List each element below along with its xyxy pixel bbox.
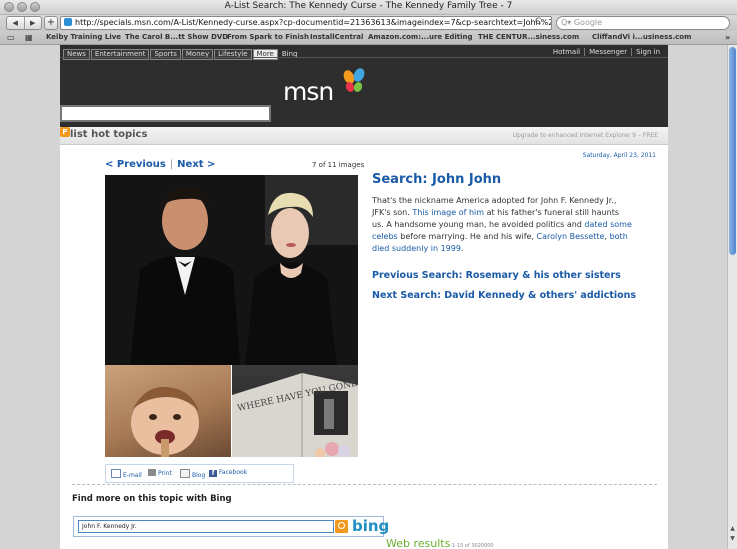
top-nav: News Entertainment Sports Money Lifestyle Mor… (63, 49, 298, 60)
scrollbar-thumb[interactable] (729, 47, 736, 255)
article-title: Search: John John (372, 172, 502, 187)
previous-search-link[interactable]: Previous Search: Rosemary & his other si… (372, 270, 621, 281)
bookmark-item[interactable]: The Carol B...tt Show DVD (125, 33, 228, 41)
next-link[interactable]: Next > (177, 159, 215, 170)
gallery-pager: < Previous | Next > (105, 159, 215, 170)
nav-lifestyle[interactable]: Lifestyle (214, 49, 252, 60)
baby-photo[interactable] (105, 365, 231, 457)
add-bookmark-button[interactable]: + (44, 16, 58, 30)
main-photo[interactable] (105, 175, 358, 365)
bing-heading: Find more on this topic with Bing (72, 494, 232, 504)
article-body: That's the nickname America adopted for … (372, 196, 632, 253)
window-title: A-List Search: The Kennedy Curse - The K… (224, 1, 513, 11)
previous-link[interactable]: < Previous (105, 159, 166, 170)
page-viewport: News Entertainment Sports Money Lifestyle Mor… (0, 45, 727, 549)
couple-photo-illustration (105, 175, 358, 365)
msn-header: News Entertainment Sports Money Lifestyle Mor… (60, 45, 668, 127)
carolyn-bessette-link[interactable]: Carolyn Bessette (537, 232, 605, 241)
account-links: Hotmail Messenger Sign in (549, 48, 664, 56)
nav-entertainment[interactable]: Entertainment (90, 49, 150, 60)
memorial-book-photo[interactable]: WHERE HAVE YOU GONE (232, 365, 358, 457)
hot-topics-bar: P list hot topics Upgrade to enhanced In… (60, 127, 668, 145)
address-bar[interactable]: http://specials.msn.com/A-List/Kennedy-c… (60, 16, 552, 30)
baby-illustration (131, 386, 199, 457)
next-search-link[interactable]: Next Search: David Kennedy & others' add… (372, 290, 636, 301)
sign-in-link[interactable]: Sign in (631, 48, 664, 56)
msn-logo-text: msn (283, 77, 334, 106)
scroll-down-icon[interactable]: ▼ (729, 535, 736, 542)
title-bar: A-List Search: The Kennedy Curse - The K… (0, 0, 737, 15)
print-share[interactable]: Print (148, 469, 172, 477)
vertical-scrollbar[interactable]: ▲ ▼ (727, 45, 737, 549)
msn-logo[interactable]: msn (283, 67, 373, 107)
msn-search-input[interactable] (60, 105, 271, 122)
section-divider (72, 484, 657, 485)
msn-page: News Entertainment Sports Money Lifestyle Mor… (60, 45, 668, 549)
search-placeholder: Q▾ Google (561, 18, 603, 27)
header-divider (60, 57, 668, 58)
blog-icon (180, 469, 190, 478)
email-share[interactable]: E-mail (111, 469, 142, 479)
bookmark-item[interactable]: InstallCentral (310, 33, 363, 41)
bing-search-button[interactable] (335, 520, 348, 533)
forward-button[interactable]: ▶ (25, 17, 42, 29)
nav-more[interactable]: More (252, 49, 278, 60)
image-count: 7 of 11 images (312, 161, 365, 169)
image-of-him-link[interactable]: This image of him (412, 208, 484, 217)
search-field[interactable]: Q▾ Google (556, 16, 730, 30)
bing-search-box: John F. Kennedy Jr. bing (73, 516, 389, 537)
bing-logo: bing (352, 517, 390, 535)
scroll-up-icon[interactable]: ▲ (729, 525, 736, 532)
date-label: Saturday, April 23, 2011 (582, 152, 656, 159)
history-buttons: ◀ ▶ (6, 16, 42, 30)
url-text: http://specials.msn.com/A-List/Kennedy-c… (75, 18, 552, 27)
share-toolbar: E-mail Print Blog f Facebook (105, 464, 294, 483)
browser-window: A-List Search: The Kennedy Curse - The K… (0, 0, 737, 549)
browser-toolbar: ◀ ▶ + http://specials.msn.com/A-List/Ken… (0, 15, 737, 31)
messenger-link[interactable]: Messenger (584, 48, 632, 56)
bing-query-input[interactable]: John F. Kennedy Jr. (78, 520, 334, 533)
facebook-share[interactable]: f Facebook (209, 469, 247, 477)
facebook-icon: f (209, 470, 217, 477)
book-icon[interactable]: ▭ (7, 33, 15, 42)
pager-separator: | (169, 159, 174, 170)
hotmail-link[interactable]: Hotmail (549, 48, 584, 56)
alist-badge-icon: P (60, 127, 70, 137)
web-results-count: 1-15 of 3020000 (452, 543, 494, 549)
printer-icon (148, 469, 156, 476)
nav-sports[interactable]: Sports (150, 49, 181, 60)
favicon-icon (64, 18, 72, 26)
bookmark-item[interactable]: Kelby Training Live (46, 33, 121, 41)
bookmarks-bar: ▭ ▦ Kelby Training Live The Carol B...tt… (0, 31, 737, 45)
blog-share[interactable]: Blog (180, 469, 205, 479)
grid-icon[interactable]: ▦ (25, 33, 33, 42)
nav-money[interactable]: Money (181, 49, 214, 60)
bookmark-item[interactable]: CliffandVi i...usiness.com (592, 33, 691, 41)
bookmark-item[interactable]: From Spark to Finish (227, 33, 309, 41)
bookmark-item[interactable]: Amazon.com:...ure Editing (368, 33, 473, 41)
bookmark-item[interactable]: THE CENTUR...siness.com (478, 33, 579, 41)
upgrade-ie-link[interactable]: Upgrade to enhanced Internet Explorer 9 … (513, 132, 658, 139)
back-button[interactable]: ◀ (7, 17, 25, 29)
envelope-icon (111, 469, 121, 478)
web-results-heading: Web results (386, 537, 451, 549)
nav-news[interactable]: News (63, 49, 90, 60)
reload-button[interactable]: C (535, 16, 541, 28)
secondary-photos: WHERE HAVE YOU GONE (105, 365, 358, 457)
hot-topics-title: list hot topics (70, 129, 148, 140)
memorial-illustration: WHERE HAVE YOU GONE (232, 373, 358, 457)
overflow-chevron-icon[interactable]: » (725, 33, 730, 42)
butterfly-icon (343, 68, 365, 92)
